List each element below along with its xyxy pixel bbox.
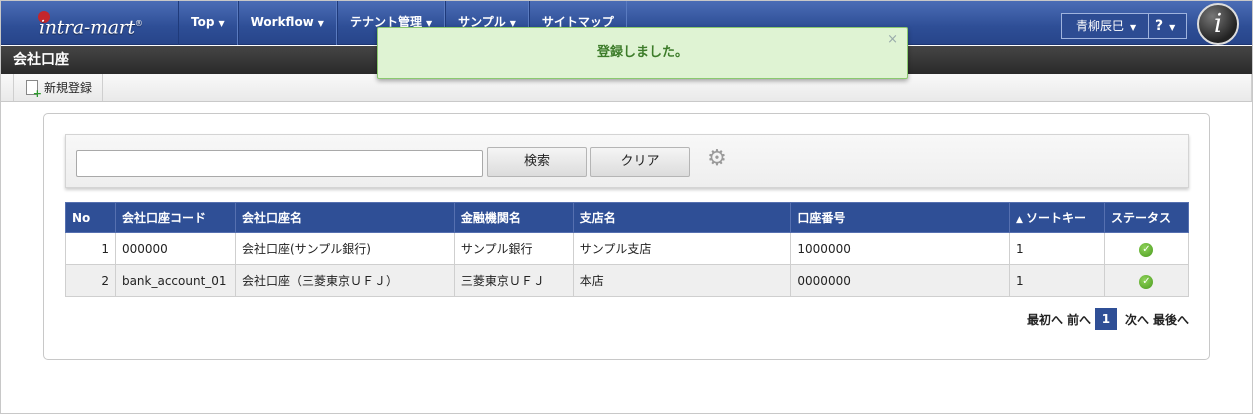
search-button[interactable]: 検索 <box>487 147 587 177</box>
cell-status: ✓ <box>1103 264 1190 297</box>
sort-asc-icon: ▲ <box>1016 215 1023 225</box>
col-header-bank[interactable]: 金融機関名 <box>453 202 574 233</box>
status-ok-icon: ✓ <box>1139 242 1154 257</box>
search-bar: 検索 クリア ⚙ <box>65 134 1189 188</box>
logo-text: intra-mart <box>39 16 135 39</box>
help-menu-button[interactable]: ? ▼ <box>1148 14 1181 38</box>
pager-prev[interactable]: 前へ <box>1067 311 1091 328</box>
cell-bank: サンプル銀行 <box>453 232 574 265</box>
user-menu-button[interactable]: 青柳辰巳 ▼ <box>1062 14 1148 38</box>
col-header-name[interactable]: 会社口座名 <box>234 202 455 233</box>
close-icon[interactable]: × <box>887 33 898 46</box>
pager-current-page[interactable]: 1 <box>1094 308 1117 330</box>
page-title: 会社口座 <box>13 52 69 68</box>
new-register-button[interactable]: 新規登録 <box>13 74 104 101</box>
col-header-branch[interactable]: 支店名 <box>572 202 792 233</box>
cell-name: 会社口座(サンプル銀行) <box>234 232 455 265</box>
cell-bank: 三菱東京ＵＦＪ <box>453 264 574 297</box>
intra-mart-logo[interactable]: intra-mart® <box>31 9 161 39</box>
toast-message: 登録しました。 <box>596 45 688 60</box>
col-header-no[interactable]: No <box>65 202 116 233</box>
cell-code: 000000 <box>114 232 236 265</box>
col-header-account-number[interactable]: 口座番号 <box>790 202 1011 233</box>
brand-logo-icon[interactable]: i <box>1197 3 1239 45</box>
content-panel: 検索 クリア ⚙ No 会社口座コード 会社口座名 金融機関名 支店名 口座番号… <box>43 113 1210 360</box>
cell-sort-key: 1 <box>1009 232 1105 265</box>
success-toast: 登録しました。 × <box>377 27 908 79</box>
pager-first[interactable]: 最初へ <box>1027 311 1063 328</box>
pager-next[interactable]: 次へ <box>1125 311 1149 328</box>
cell-account-number: 1000000 <box>790 232 1011 265</box>
table-header-row: No 会社口座コード 会社口座名 金融機関名 支店名 口座番号 ▲ ソートキー ス… <box>65 202 1190 233</box>
bank-account-table: No 会社口座コード 会社口座名 金融機関名 支店名 口座番号 ▲ ソートキー ス… <box>65 202 1190 297</box>
pagination: 最初へ 前へ 1 次へ 最後へ <box>44 308 1189 330</box>
status-ok-icon: ✓ <box>1139 274 1154 289</box>
col-header-status[interactable]: ステータス <box>1103 202 1190 233</box>
table-row[interactable]: 1 000000 会社口座(サンプル銀行) サンプル銀行 サンプル支店 1000… <box>65 232 1190 265</box>
pager-last[interactable]: 最後へ <box>1153 311 1189 328</box>
col-header-sort-key[interactable]: ▲ ソートキー <box>1009 202 1105 233</box>
col-header-code[interactable]: 会社口座コード <box>114 202 236 233</box>
chevron-down-icon: ▼ <box>317 19 324 28</box>
new-document-icon <box>26 80 42 99</box>
toolbar-divider <box>1251 74 1252 101</box>
cell-no: 1 <box>65 232 116 265</box>
table-row[interactable]: 2 bank_account_01 会社口座（三菱東京ＵＦＪ） 三菱東京ＵＦＪ … <box>65 264 1190 297</box>
logo-trademark: ® <box>134 19 143 28</box>
chevron-down-icon: ▼ <box>1130 23 1137 32</box>
new-register-label: 新規登録 <box>44 81 93 95</box>
search-input[interactable] <box>76 150 483 177</box>
nav-workflow[interactable]: Workflow ▼ <box>237 1 337 45</box>
nav-top[interactable]: Top ▼ <box>178 1 238 45</box>
gear-icon[interactable]: ⚙ <box>706 148 728 170</box>
cell-sort-key: 1 <box>1009 264 1105 297</box>
chevron-down-icon: ▼ <box>218 19 225 28</box>
cell-name: 会社口座（三菱東京ＵＦＪ） <box>234 264 455 297</box>
cell-branch: サンプル支店 <box>572 232 792 265</box>
user-menu: 青柳辰巳 ▼ ? ▼ <box>1061 13 1187 39</box>
clear-button[interactable]: クリア <box>590 147 690 177</box>
cell-status: ✓ <box>1103 232 1190 265</box>
cell-no: 2 <box>65 264 116 297</box>
cell-branch: 本店 <box>572 264 792 297</box>
cell-code: bank_account_01 <box>114 264 236 297</box>
cell-account-number: 0000000 <box>790 264 1011 297</box>
chevron-down-icon: ▼ <box>1169 23 1176 32</box>
